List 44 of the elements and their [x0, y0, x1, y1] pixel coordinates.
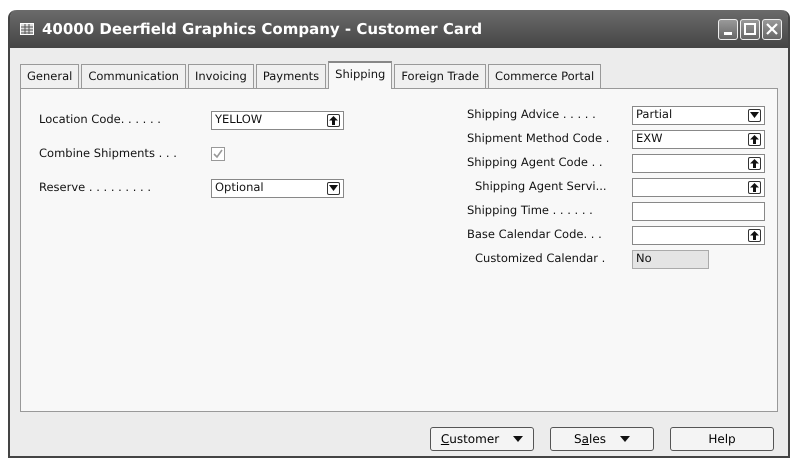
maximize-icon — [744, 23, 756, 35]
field-label: Shipping Agent Code . . — [467, 154, 604, 172]
input-field[interactable] — [632, 202, 765, 220]
tab[interactable]: Shipping — [328, 61, 392, 89]
lookup-button[interactable] — [748, 180, 761, 194]
readonly-field: No — [632, 250, 709, 268]
help-button[interactable]: Help — [670, 427, 774, 451]
input-field[interactable] — [632, 226, 765, 244]
menu-button[interactable]: Sales — [550, 427, 654, 451]
maximize-button[interactable] — [740, 18, 760, 40]
table-icon — [20, 23, 34, 35]
field-label: Reserve . . . . . . . . . — [39, 179, 152, 196]
tab[interactable]: Payments — [256, 64, 326, 88]
dropdown-button[interactable] — [327, 182, 340, 194]
lookup-button[interactable] — [748, 132, 761, 146]
input-field[interactable] — [632, 178, 765, 196]
tab[interactable]: Communication — [81, 64, 186, 88]
field-label: Base Calendar Code. . . — [467, 226, 603, 244]
minimize-icon — [724, 32, 732, 35]
minimize-button[interactable] — [718, 18, 738, 40]
field-label: Shipment Method Code . — [467, 130, 610, 148]
menu-button[interactable]: Customer — [430, 427, 534, 451]
tab[interactable]: Invoicing — [188, 64, 254, 88]
tab[interactable]: Foreign Trade — [394, 64, 486, 88]
window-title: 40000 Deerfield Graphics Company - Customer Card — [42, 18, 482, 40]
field-label: Location Code. . . . . . — [39, 111, 162, 128]
input-field[interactable]: Optional — [211, 178, 344, 198]
close-button[interactable] — [762, 18, 782, 40]
close-icon — [766, 23, 778, 35]
tab[interactable]: General — [20, 64, 80, 88]
field-label: Shipping Time . . . . . . — [467, 202, 594, 220]
field-label: Shipping Agent Servi... — [474, 178, 608, 196]
lookup-button[interactable] — [327, 114, 340, 126]
input-field[interactable]: Partial — [632, 106, 765, 124]
field-label: Customized Calendar . — [474, 250, 606, 268]
tab[interactable]: Commerce Portal — [488, 64, 602, 88]
dropdown-button[interactable] — [748, 108, 761, 122]
input-field[interactable]: YELLOW — [211, 110, 344, 130]
field-label: Shipping Advice . . . . . — [467, 106, 597, 124]
input-field[interactable]: EXW — [632, 130, 765, 148]
input-field[interactable] — [632, 154, 765, 172]
lookup-button[interactable] — [748, 156, 761, 170]
field-label: Combine Shipments . . . — [39, 145, 178, 162]
lookup-button[interactable] — [748, 228, 761, 242]
